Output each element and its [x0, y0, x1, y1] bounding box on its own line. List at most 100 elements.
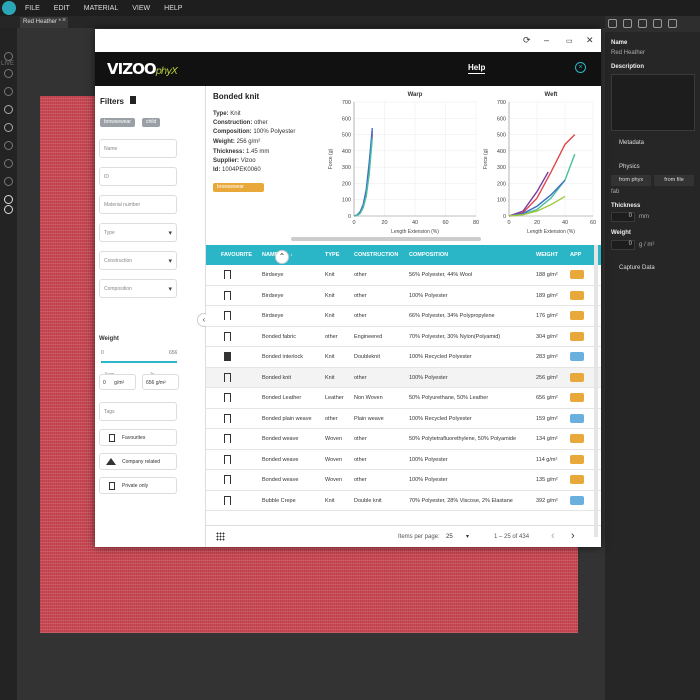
filter-chip[interactable]: browsewear — [100, 118, 135, 127]
search-icon[interactable] — [4, 205, 13, 214]
menu-view[interactable]: VIEW — [132, 5, 150, 12]
bookmark-icon[interactable] — [224, 270, 231, 279]
menu-edit[interactable]: EDIT — [54, 5, 70, 12]
table-row[interactable]: Bonded weave Woven other 100% Polyester 114 … — [206, 450, 601, 470]
material-thickness: Thickness: 1.45 mm — [213, 149, 269, 155]
tool-icon-8[interactable] — [4, 177, 13, 186]
sliders-icon[interactable] — [638, 19, 647, 28]
x-tick-label: 0 — [352, 220, 355, 226]
table-row[interactable]: Bonded fabric other Engineered 70% Polyeste… — [206, 327, 601, 347]
physics-section[interactable]: Physics — [619, 164, 640, 170]
material-number-input[interactable]: Material number — [99, 195, 177, 214]
minimize-icon[interactable]: – — [544, 35, 549, 45]
bookmark-icon[interactable] — [224, 352, 231, 361]
table-row[interactable]: Bonded weave Woven other 50% Polytetrafluor… — [206, 429, 601, 450]
table-row[interactable]: Bonded interlock Knit Doubleknit 100% Recyc… — [206, 347, 601, 368]
col-composition[interactable]: COMPOSITION — [409, 252, 448, 258]
row-construction: other — [354, 313, 367, 319]
refresh-icon[interactable]: ⟳ — [523, 35, 531, 46]
weight-range-slider[interactable] — [101, 361, 177, 363]
thickness-input[interactable]: 0 — [611, 212, 635, 222]
bookmark-icon[interactable] — [224, 434, 231, 443]
tool-icon-5[interactable] — [4, 123, 13, 132]
bookmark-icon[interactable] — [224, 290, 231, 300]
tool-icon-1[interactable] — [4, 52, 13, 61]
tags-input[interactable]: Tags — [99, 402, 177, 421]
bookmark-icon[interactable] — [224, 475, 231, 484]
horizontal-scrollbar[interactable] — [291, 237, 481, 241]
bookmark-icon[interactable] — [224, 454, 231, 464]
bookmark-icon[interactable] — [224, 413, 231, 423]
bookmark-icon[interactable] — [224, 311, 231, 320]
id-input[interactable]: ID — [99, 167, 177, 186]
close-window-icon[interactable]: ✕ — [586, 35, 594, 46]
menu-help[interactable]: HELP — [164, 5, 182, 12]
table-row[interactable]: Bubble Crepe Knit Double knit 70% Polyester… — [206, 491, 601, 511]
name-label: Name — [611, 40, 628, 46]
bookmark-icon[interactable] — [224, 393, 231, 402]
company-related-button[interactable]: Company related — [99, 453, 177, 470]
settings-icon[interactable] — [608, 19, 617, 28]
private-only-button[interactable]: Private only — [99, 477, 177, 494]
capture-data-section[interactable]: Capture Data — [619, 265, 655, 271]
grid-icon[interactable] — [623, 19, 632, 28]
weight-to-input[interactable]: 656 g/m² — [142, 374, 179, 390]
table-row[interactable]: Bonded plain weave other Plain weave 100% R… — [206, 409, 601, 429]
gear-icon[interactable] — [653, 19, 662, 28]
table-row[interactable]: Birdseye Knit other 66% Polyester, 34% Poly… — [206, 306, 601, 327]
weight-input[interactable]: 0 — [611, 240, 635, 250]
close-circle-icon[interactable]: × — [575, 62, 586, 73]
filter-chip[interactable]: child — [142, 118, 161, 127]
items-per-page-select[interactable]: 25 — [446, 534, 453, 540]
tab-close-icon[interactable]: × — [62, 17, 66, 24]
tool-icon-2[interactable] — [4, 69, 13, 78]
bookmark-icon[interactable] — [224, 495, 231, 505]
maximize-icon[interactable]: ▭ — [566, 37, 573, 45]
table-row[interactable]: Bonded knit Knit other 100% Polyester 256 g/… — [206, 367, 601, 388]
from-phyx-button[interactable]: from phyx — [611, 175, 651, 186]
menu-material[interactable]: MATERIAL — [84, 5, 119, 12]
composition-select[interactable]: Composition — [99, 279, 177, 298]
name-input[interactable]: Name — [99, 139, 177, 158]
table-row[interactable]: Bonded Leather Leather Non Woven 50% Polyur… — [206, 388, 601, 409]
y-tick-label: 400 — [342, 149, 351, 155]
prev-page-button[interactable]: ‹ — [551, 530, 555, 542]
tool-icon-9[interactable] — [4, 195, 13, 204]
next-page-button[interactable]: › — [571, 530, 575, 542]
tool-icon-4[interactable] — [4, 105, 13, 114]
construction-select[interactable]: Construction — [99, 251, 177, 270]
from-file-button[interactable]: from file — [654, 175, 694, 186]
row-name: Birdseye — [262, 272, 284, 278]
menu-file[interactable]: FILE — [25, 5, 40, 12]
trash-icon[interactable] — [130, 96, 136, 104]
favourites-button[interactable]: Favourites — [99, 429, 177, 446]
vertical-scrollbar[interactable] — [594, 245, 598, 537]
table-row[interactable]: Bonded weave Woven other 100% Polyester 135 … — [206, 470, 601, 491]
col-app[interactable]: APP — [570, 252, 581, 258]
chevron-down-icon[interactable]: ▾ — [466, 533, 469, 540]
tool-icon-3[interactable] — [4, 87, 13, 96]
weight-from-input[interactable]: 0 g/m² — [99, 374, 136, 390]
construction-value: other — [254, 120, 268, 126]
col-type[interactable]: TYPE — [325, 252, 339, 258]
description-field[interactable] — [611, 74, 695, 131]
expand-toggle-button[interactable]: ⌃ — [275, 250, 289, 264]
bookmark-icon[interactable] — [224, 331, 231, 341]
col-weight[interactable]: WEIGHT — [536, 252, 558, 258]
metadata-section[interactable]: Metadata — [619, 140, 644, 146]
table-row[interactable]: Birdseye Knit other 56% Polyester, 44% Wool… — [206, 265, 601, 286]
tool-icon-7[interactable] — [4, 159, 13, 168]
bookmark-icon[interactable] — [224, 372, 231, 382]
grid-view-icon[interactable] — [216, 532, 225, 541]
sort-down-icon[interactable]: ↓ — [290, 252, 293, 258]
type-select[interactable]: Type — [99, 223, 177, 242]
material-chip[interactable]: browsewear — [213, 183, 264, 192]
tab-red-heather[interactable]: Red Heather * — [20, 17, 68, 28]
tool-icon-6[interactable] — [4, 141, 13, 150]
table-row[interactable]: Birdseye Knit other 100% Polyester 189 g/m² — [206, 286, 601, 306]
col-favourite[interactable]: FAVOURITE — [221, 252, 252, 258]
help-tab[interactable]: Help — [468, 63, 486, 74]
name-value[interactable]: Red Heather — [611, 50, 645, 56]
info-icon[interactable] — [668, 19, 677, 28]
col-construction[interactable]: CONSTRUCTION — [354, 252, 409, 258]
